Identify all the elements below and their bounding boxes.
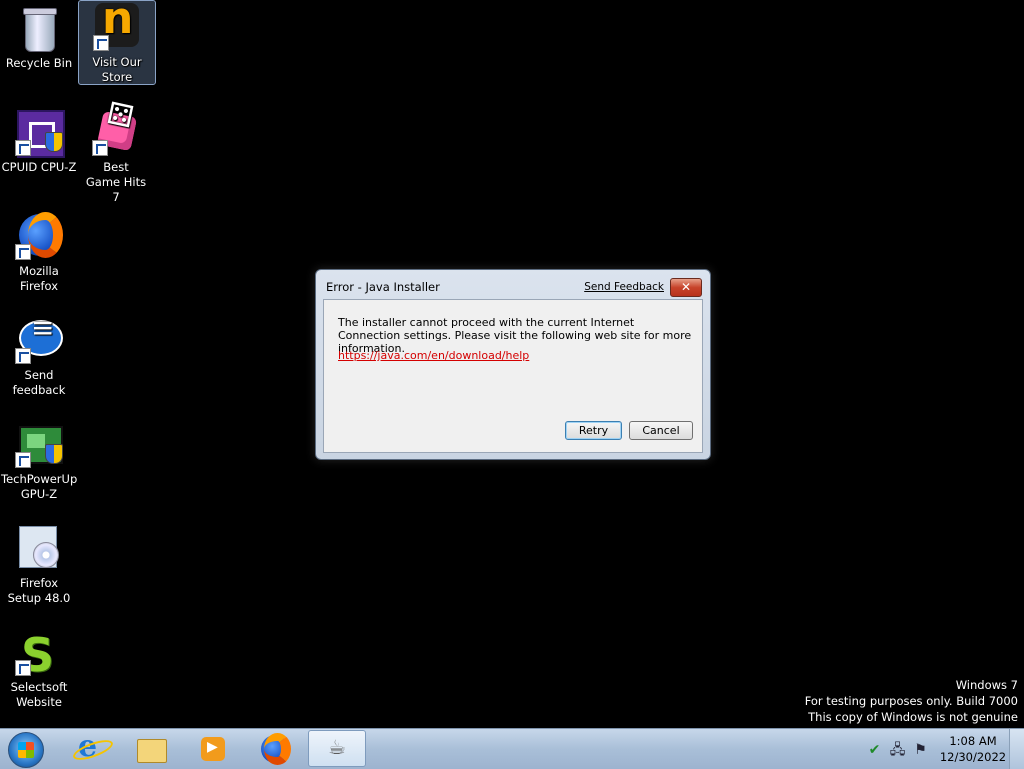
desktop-icon-label: Send feedback [12, 368, 66, 397]
desktop-icon-label: Selectsoft Website [10, 680, 68, 709]
shortcut-arrow-icon [15, 660, 31, 676]
security-shield-icon[interactable]: ✔ [866, 742, 883, 759]
taskbar-windows-explorer[interactable] [122, 730, 180, 767]
shortcut-arrow-icon [92, 140, 108, 156]
selectsoft-logo-icon: S [15, 628, 63, 682]
shortcut-arrow-icon [15, 452, 31, 468]
taskbar-internet-explorer[interactable]: e [60, 729, 118, 767]
shortcut-arrow-icon [15, 348, 31, 364]
desktop-icon-techpowerup-gpu-z[interactable]: TechPowerUp GPU-Z [1, 418, 77, 502]
action-center-flag-icon[interactable]: ⚑ [912, 742, 929, 759]
desktop-icon-best-game-hits[interactable]: Best Game Hits 7 [78, 106, 154, 205]
taskbar: e ☕ ✔ 🖧 ⚑ 1:08 AM 12/30/2022 [0, 728, 1024, 769]
system-tray: ✔ 🖧 ⚑ [866, 739, 935, 759]
desktop-icon-mozilla-firefox[interactable]: Mozilla Firefox [1, 210, 77, 294]
desktop-icon-label: Visit Our Store [92, 55, 142, 84]
retry-button[interactable]: Retry [565, 421, 622, 440]
java-cup-icon: ☕ [328, 735, 346, 759]
desktop-icon-firefox-setup[interactable]: Firefox Setup 48.0 [1, 522, 77, 606]
shortcut-arrow-icon [15, 244, 31, 260]
desktop-icon-cpuid-cpu-z[interactable]: CPUID CPU-Z [1, 106, 77, 175]
network-icon[interactable]: 🖧 [889, 742, 906, 759]
recycle-bin-icon [15, 4, 63, 52]
store-logo-icon [93, 0, 141, 51]
watermark-build: For testing purposes only. Build 7000 [804, 694, 1018, 708]
cpu-z-icon [15, 108, 65, 158]
dialog-body: The installer cannot proceed with the cu… [323, 299, 703, 453]
close-button[interactable]: ✕ [670, 278, 702, 297]
desktop-icon-label: Firefox Setup 48.0 [7, 576, 71, 605]
desktop-icon-label: Mozilla Firefox [19, 264, 59, 293]
desktop-icon-label: Best Game Hits 7 [85, 160, 147, 204]
taskbar-firefox[interactable] [246, 730, 304, 767]
watermark-genuine-notice: This copy of Windows is not genuine [808, 710, 1018, 724]
folder-icon [137, 739, 167, 763]
taskbar-media-player[interactable] [184, 730, 242, 767]
desktop-icon-selectsoft-website[interactable]: S Selectsoft Website [1, 626, 77, 710]
show-desktop-button[interactable] [1009, 729, 1024, 769]
send-feedback-link[interactable]: Send Feedback [584, 281, 664, 293]
desktop-icon-visit-our-store[interactable]: Visit Our Store [78, 0, 156, 85]
help-link[interactable]: https://java.com/en/download/help [338, 349, 529, 362]
uac-shield-icon [45, 132, 63, 152]
dice-icon [92, 108, 140, 156]
desktop-icon-recycle-bin[interactable]: Recycle Bin [1, 2, 77, 71]
shortcut-arrow-icon [15, 140, 31, 156]
uac-shield-icon [45, 444, 63, 464]
firefox-icon [261, 733, 292, 765]
desktop-icon-label: TechPowerUp GPU-Z [1, 472, 78, 501]
desktop-icon-label: Recycle Bin [5, 56, 73, 70]
feedback-bubble-icon [15, 316, 63, 364]
desktop-icon-label: CPUID CPU-Z [1, 160, 77, 174]
shortcut-arrow-icon [93, 35, 109, 51]
internet-explorer-icon: e [78, 729, 106, 764]
firefox-icon [15, 212, 63, 260]
close-icon: ✕ [680, 280, 692, 294]
desktop-icon-send-feedback[interactable]: Send feedback [1, 314, 77, 398]
taskbar-clock[interactable]: 1:08 AM 12/30/2022 [938, 733, 1008, 765]
gpu-card-icon [15, 420, 63, 468]
java-installer-error-dialog: Error - Java Installer Send Feedback ✕ T… [315, 269, 711, 460]
dialog-title: Error - Java Installer [326, 280, 440, 294]
cancel-button[interactable]: Cancel [629, 421, 693, 440]
installer-cd-icon [15, 524, 63, 572]
watermark-os-name: Windows 7 [955, 678, 1018, 692]
clock-time: 1:08 AM [949, 734, 997, 748]
media-player-icon [201, 737, 225, 761]
taskbar-java-installer[interactable]: ☕ [308, 730, 366, 767]
start-button[interactable] [8, 732, 44, 768]
clock-date: 12/30/2022 [939, 750, 1007, 764]
windows-watermark: Windows 7 For testing purposes only. Bui… [805, 677, 1018, 725]
